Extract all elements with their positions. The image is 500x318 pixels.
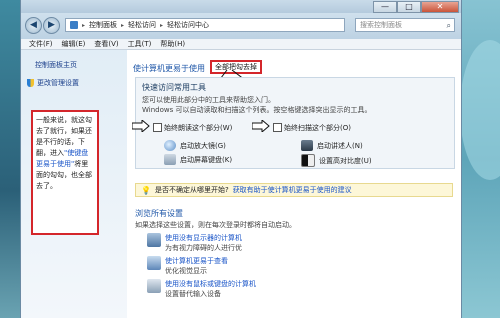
annotation-arrow-icon bbox=[252, 120, 270, 132]
sidebar-admin-link[interactable]: 更改管理设置 bbox=[27, 78, 79, 88]
breadcrumb-separator: ▸ bbox=[160, 21, 164, 29]
breadcrumb-item[interactable]: 轻松访问中心 bbox=[167, 20, 209, 30]
control-panel-icon bbox=[70, 21, 78, 29]
control-panel-window: — □ ✕ ◀ ▶ ▸ 控制面板 ▸ 轻松访问 ▸ 轻松访问中心 搜索控制面板 … bbox=[20, 0, 462, 318]
quick-access-panel: 快速访问常用工具 您可以使用此部分中的工具来帮助您入门。 Windows 可以自… bbox=[132, 77, 455, 169]
narrator-icon bbox=[301, 140, 313, 151]
browse-settings-desc: 如果选择这些设置，则在每次登录时都将自动启动。 bbox=[135, 221, 296, 229]
annotation-arrow-icon bbox=[132, 120, 150, 132]
menu-view[interactable]: 查看(V) bbox=[94, 39, 118, 49]
breadcrumb-separator: ▸ bbox=[82, 21, 86, 29]
option-label: 设置高对比度(U) bbox=[319, 156, 372, 165]
browse-settings-title: 浏览所有设置 bbox=[135, 209, 183, 218]
window-titlebar: — □ ✕ bbox=[21, 0, 461, 13]
start-onscreen-keyboard-option[interactable]: 启动屏幕键盘(K) bbox=[164, 154, 232, 165]
search-placeholder: 搜索控制面板 bbox=[360, 21, 402, 29]
always-read-label: 始终朗读这个部分(W) bbox=[164, 124, 233, 132]
option-label: 启动放大镜(G) bbox=[180, 141, 226, 150]
always-read-checkbox[interactable] bbox=[153, 123, 162, 132]
breadcrumb-item[interactable]: 轻松访问 bbox=[128, 20, 156, 30]
search-input[interactable]: 搜索控制面板 ⌕ bbox=[355, 18, 455, 32]
setting-desc: 设置替代输入设备 bbox=[165, 290, 221, 298]
setting-item-easier-to-see[interactable]: 使计算机更易于查看 优化视觉显示 bbox=[147, 256, 228, 276]
quick-access-desc: Windows 可以自动读取和扫描这个列表。按空格键选择突出显示的工具。 bbox=[142, 106, 372, 114]
keyboard-icon bbox=[164, 154, 176, 165]
always-scan-checkbox[interactable] bbox=[273, 123, 282, 132]
setting-item-no-mouse-keyboard[interactable]: 使用没有鼠标或键盘的计算机 设置替代输入设备 bbox=[147, 279, 256, 299]
address-row: ◀ ▶ ▸ 控制面板 ▸ 轻松访问 ▸ 轻松访问中心 搜索控制面板 ⌕ bbox=[21, 13, 461, 39]
monitor-icon bbox=[147, 233, 161, 247]
setting-item-no-display[interactable]: 使用没有显示器的计算机 为有视力障碍的人进行优 bbox=[147, 233, 242, 253]
menu-file[interactable]: 文件(F) bbox=[29, 39, 53, 49]
option-label: 启动讲述人(N) bbox=[317, 141, 363, 150]
setting-link[interactable]: 使用没有显示器的计算机 bbox=[165, 233, 242, 243]
magnifier-icon bbox=[164, 140, 176, 151]
menu-edit[interactable]: 编辑(E) bbox=[62, 39, 86, 49]
menu-bar: 文件(F) 编辑(E) 查看(V) 工具(T) 帮助(H) bbox=[21, 39, 461, 50]
always-scan-label: 始终扫描这个部分(O) bbox=[284, 124, 351, 132]
breadcrumb-separator: ▸ bbox=[121, 21, 125, 29]
main-content: 使计算机更易于使用 全部把勾去掉 快速访问常用工具 您可以使用此部分中的工具来帮… bbox=[127, 50, 461, 318]
lightbulb-icon: 💡 bbox=[141, 185, 151, 195]
menu-tools[interactable]: 工具(T) bbox=[128, 39, 152, 49]
close-button[interactable]: ✕ bbox=[421, 1, 459, 13]
minimize-button[interactable]: — bbox=[373, 1, 397, 13]
sidebar-home-link[interactable]: 控制面板主页 bbox=[35, 60, 77, 70]
address-bar[interactable]: ▸ 控制面板 ▸ 轻松访问 ▸ 轻松访问中心 bbox=[65, 18, 345, 32]
start-magnifier-option[interactable]: 启动放大镜(G) bbox=[164, 140, 226, 151]
setting-link[interactable]: 使用没有鼠标或键盘的计算机 bbox=[165, 279, 256, 289]
high-contrast-option[interactable]: 设置高对比度(U) bbox=[301, 154, 372, 167]
contrast-icon bbox=[301, 154, 315, 167]
tip-bar: 💡 是否不确定从哪里开始? 获取有助于使计算机更易于使用的建议 bbox=[135, 183, 453, 197]
forward-button[interactable]: ▶ bbox=[43, 17, 60, 34]
breadcrumb-item[interactable]: 控制面板 bbox=[89, 20, 117, 30]
start-narrator-option[interactable]: 启动讲述人(N) bbox=[301, 140, 363, 151]
setting-link[interactable]: 使计算机更易于查看 bbox=[165, 256, 228, 266]
sidebar-admin-label: 更改管理设置 bbox=[37, 79, 79, 87]
tip-question: 是否不确定从哪里开始? bbox=[154, 186, 229, 194]
shield-icon bbox=[27, 79, 34, 87]
maximize-button[interactable]: □ bbox=[397, 1, 421, 13]
quick-access-title: 快速访问常用工具 bbox=[142, 83, 206, 92]
tip-link[interactable]: 获取有助于使计算机更易于使用的建议 bbox=[233, 185, 352, 195]
keyboard-mouse-icon bbox=[147, 279, 161, 293]
menu-help[interactable]: 帮助(H) bbox=[160, 39, 185, 49]
option-label: 启动屏幕键盘(K) bbox=[180, 155, 233, 164]
search-icon[interactable]: ⌕ bbox=[447, 20, 451, 32]
annotation-note: 一般来说，就这勾去了就行，如果还是不行的话，下翻，进入"使键盘更易于使用"将里面… bbox=[31, 110, 99, 235]
sidebar: 控制面板主页 更改管理设置 一般来说，就这勾去了就行，如果还是不行的话，下翻，进… bbox=[21, 50, 127, 318]
back-button[interactable]: ◀ bbox=[25, 17, 42, 34]
setting-desc: 为有视力障碍的人进行优 bbox=[165, 244, 242, 252]
setting-desc: 优化视觉显示 bbox=[165, 267, 207, 275]
display-icon bbox=[147, 256, 161, 270]
quick-access-desc: 您可以使用此部分中的工具来帮助您入门。 bbox=[142, 96, 275, 104]
